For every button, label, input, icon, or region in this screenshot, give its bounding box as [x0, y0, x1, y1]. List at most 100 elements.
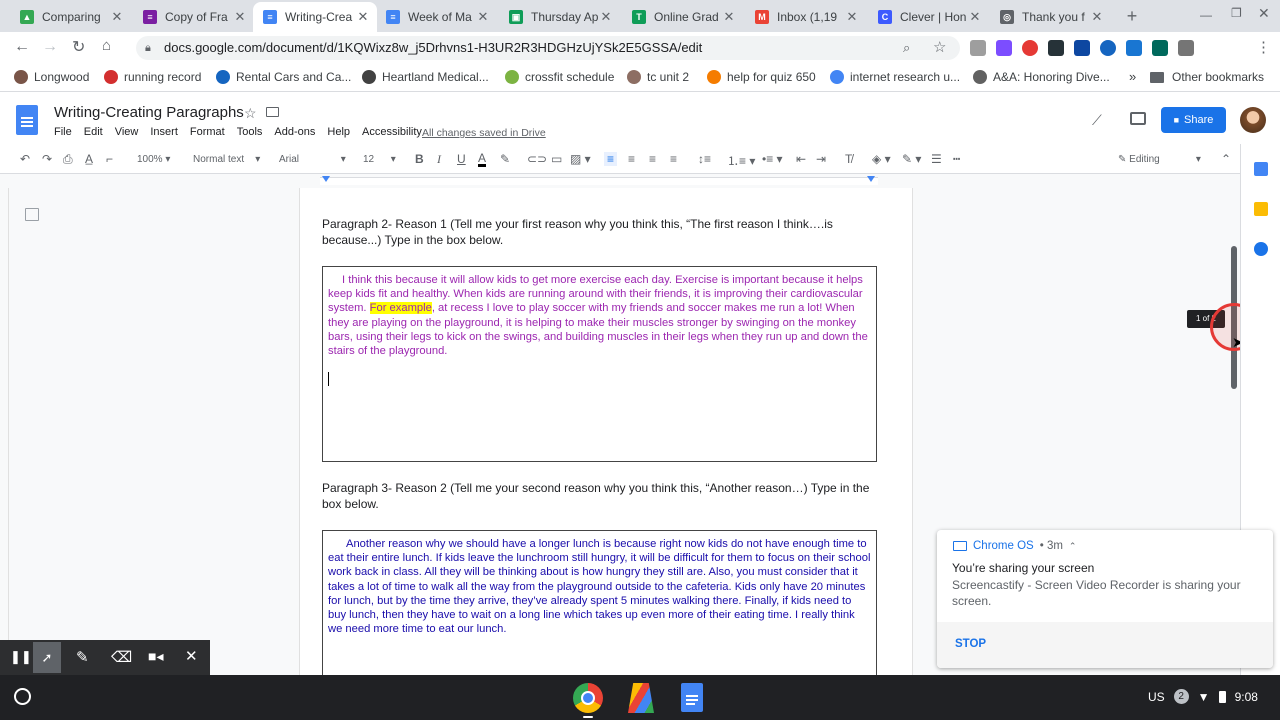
align-right-icon[interactable]: ≡ [649, 152, 656, 166]
tasks-icon[interactable] [1254, 242, 1268, 256]
indent-marker[interactable] [322, 176, 330, 182]
style-select[interactable]: Normal text ▾ [193, 154, 260, 165]
cell-fill-icon[interactable]: ◈ ▾ [872, 152, 891, 166]
menu-item[interactable]: Add-ons [274, 126, 315, 138]
browser-tab[interactable]: ▣ Thursday Ap ✕ [499, 2, 620, 32]
tab-close-icon[interactable]: ✕ [355, 9, 371, 25]
document-page[interactable]: Paragraph 2- Reason 1 (Tell me your firs… [299, 188, 913, 675]
border-width-icon[interactable]: ☰ [931, 152, 942, 166]
tab-close-icon[interactable]: ✕ [844, 9, 860, 25]
home-icon[interactable]: ⌂ [102, 37, 111, 54]
bookmark-item[interactable]: Longwood [14, 70, 89, 84]
align-center-icon[interactable]: ≡ [628, 152, 635, 166]
zoom-icon[interactable]: ⌕ [903, 40, 910, 56]
pen-tool-icon[interactable]: ✎ [76, 648, 89, 666]
spellcheck-icon[interactable]: A̲ [85, 152, 93, 166]
image-icon[interactable]: ▨ ▾ [570, 152, 591, 166]
share-button[interactable]: ■ Share [1161, 107, 1226, 133]
extension-icon[interactable] [996, 40, 1012, 56]
bookmark-item[interactable]: Heartland Medical... [362, 70, 489, 84]
extension-icon[interactable] [1126, 40, 1142, 56]
doc-title[interactable]: Writing-Creating Paragraphs [54, 104, 244, 121]
pointer-tool-icon[interactable]: ➚ [33, 642, 61, 673]
extension-icon[interactable] [1074, 40, 1090, 56]
bookmark-item[interactable]: tc unit 2 [627, 70, 689, 84]
tab-close-icon[interactable]: ✕ [721, 9, 737, 25]
move-folder-icon[interactable] [266, 107, 279, 117]
bookmark-item[interactable]: running record [104, 70, 201, 84]
slides-app-icon[interactable] [628, 683, 654, 713]
font-select[interactable]: Arial ▾ [279, 154, 346, 165]
font-size-select[interactable]: 12 ▾ [363, 154, 396, 165]
star-icon[interactable]: ☆ [244, 105, 257, 122]
tab-close-icon[interactable]: ✕ [598, 9, 614, 25]
redo-icon[interactable]: ↷ [42, 152, 52, 166]
reload-icon[interactable]: ↻ [72, 37, 85, 57]
collapse-menu-icon[interactable]: ⌃ [1221, 152, 1231, 166]
close-toolbar-icon[interactable]: ✕ [185, 647, 198, 665]
menu-item[interactable]: Tools [237, 126, 263, 138]
stop-sharing-button[interactable]: STOP [955, 638, 986, 650]
justify-icon[interactable]: ≡ [670, 152, 677, 166]
extension-icon[interactable] [1152, 40, 1168, 56]
bookmarks-overflow[interactable]: » [1129, 69, 1136, 84]
paint-format-icon[interactable]: ⌐ [106, 152, 113, 166]
bookmark-item[interactable]: Rental Cars and Ca... [216, 70, 351, 84]
browser-tab[interactable]: C Clever | Hon ✕ [868, 2, 989, 32]
decrease-indent-icon[interactable]: ⇤ [796, 152, 806, 166]
extension-icon[interactable] [1048, 40, 1064, 56]
menu-item[interactable]: Edit [84, 126, 103, 138]
eraser-icon[interactable]: ⌫ [111, 648, 132, 666]
clear-format-icon[interactable]: T̸ [845, 152, 852, 166]
border-color-icon[interactable]: ✎ ▾ [902, 152, 921, 166]
browser-tab[interactable]: ▲ Comparing ✕ [10, 2, 131, 32]
bulleted-list-icon[interactable]: •≡ ▾ [762, 152, 783, 166]
menu-item[interactable]: Accessibility [362, 126, 422, 138]
other-bookmarks[interactable]: Other bookmarks [1150, 70, 1264, 84]
text-color-icon[interactable]: A [478, 152, 487, 167]
extension-icon[interactable] [1178, 40, 1194, 56]
undo-icon[interactable]: ↶ [20, 152, 30, 166]
forward-icon[interactable]: → [42, 38, 58, 56]
chrome-app-icon[interactable] [573, 683, 603, 713]
calendar-icon[interactable] [1254, 162, 1268, 176]
editing-mode-select[interactable]: ✎ Editing ▾ [1118, 154, 1201, 165]
status-tray[interactable]: US 2 ▼ 9:08 [1148, 689, 1258, 704]
launcher-icon[interactable] [14, 688, 31, 705]
link-icon[interactable]: ⊂⊃ [527, 152, 547, 166]
save-status[interactable]: All changes saved in Drive [422, 127, 546, 139]
docs-app-icon[interactable] [681, 683, 703, 712]
browser-tab[interactable]: T Online Grad ✕ [622, 2, 743, 32]
tab-close-icon[interactable]: ✕ [1089, 9, 1105, 25]
right-indent-marker[interactable] [867, 176, 875, 182]
bold-icon[interactable]: B [415, 152, 424, 166]
increase-indent-icon[interactable]: ⇥ [816, 152, 826, 166]
extension-icon[interactable] [1022, 40, 1038, 56]
browser-tab[interactable]: M Inbox (1,19 ✕ [745, 2, 866, 32]
line-spacing-icon[interactable]: ↕≡ [698, 152, 711, 166]
back-icon[interactable]: ← [14, 38, 30, 56]
bookmark-item[interactable]: A&A: Honoring Dive... [973, 70, 1110, 84]
tab-close-icon[interactable]: ✕ [232, 9, 248, 25]
camera-icon[interactable]: ■◂ [148, 648, 163, 665]
keep-icon[interactable] [1254, 202, 1268, 216]
bookmark-item[interactable]: crossfit schedule [505, 70, 614, 84]
numbered-list-icon[interactable]: ⒈≡ ▾ [727, 152, 755, 169]
activity-icon[interactable]: ⟋ [1092, 112, 1102, 129]
menu-item[interactable]: Insert [150, 126, 178, 138]
bookmark-item[interactable]: help for quiz 650 [707, 70, 816, 84]
menu-item[interactable]: Format [190, 126, 225, 138]
restore-icon[interactable]: ❐ [1231, 6, 1242, 20]
tab-close-icon[interactable]: ✕ [967, 9, 983, 25]
reason-1-textbox[interactable]: I think this because it will allow kids … [322, 266, 877, 462]
extension-icon[interactable] [1100, 40, 1116, 56]
url-input[interactable]: 🔒︎ docs.google.com/document/d/1KQWixz8w_… [136, 36, 960, 60]
zoom-select[interactable]: 100% ▾ [137, 154, 170, 165]
browser-tab[interactable]: ≡ Week of Ma ✕ [376, 2, 497, 32]
tab-close-icon[interactable]: ✕ [475, 9, 491, 25]
pause-icon[interactable]: ❚❚ [10, 649, 32, 665]
tab-close-icon[interactable]: ✕ [109, 9, 125, 25]
browser-tab[interactable]: ≡ Writing-Crea ✕ [253, 2, 377, 32]
comments-icon[interactable] [1130, 112, 1146, 125]
avatar[interactable] [1240, 107, 1266, 133]
